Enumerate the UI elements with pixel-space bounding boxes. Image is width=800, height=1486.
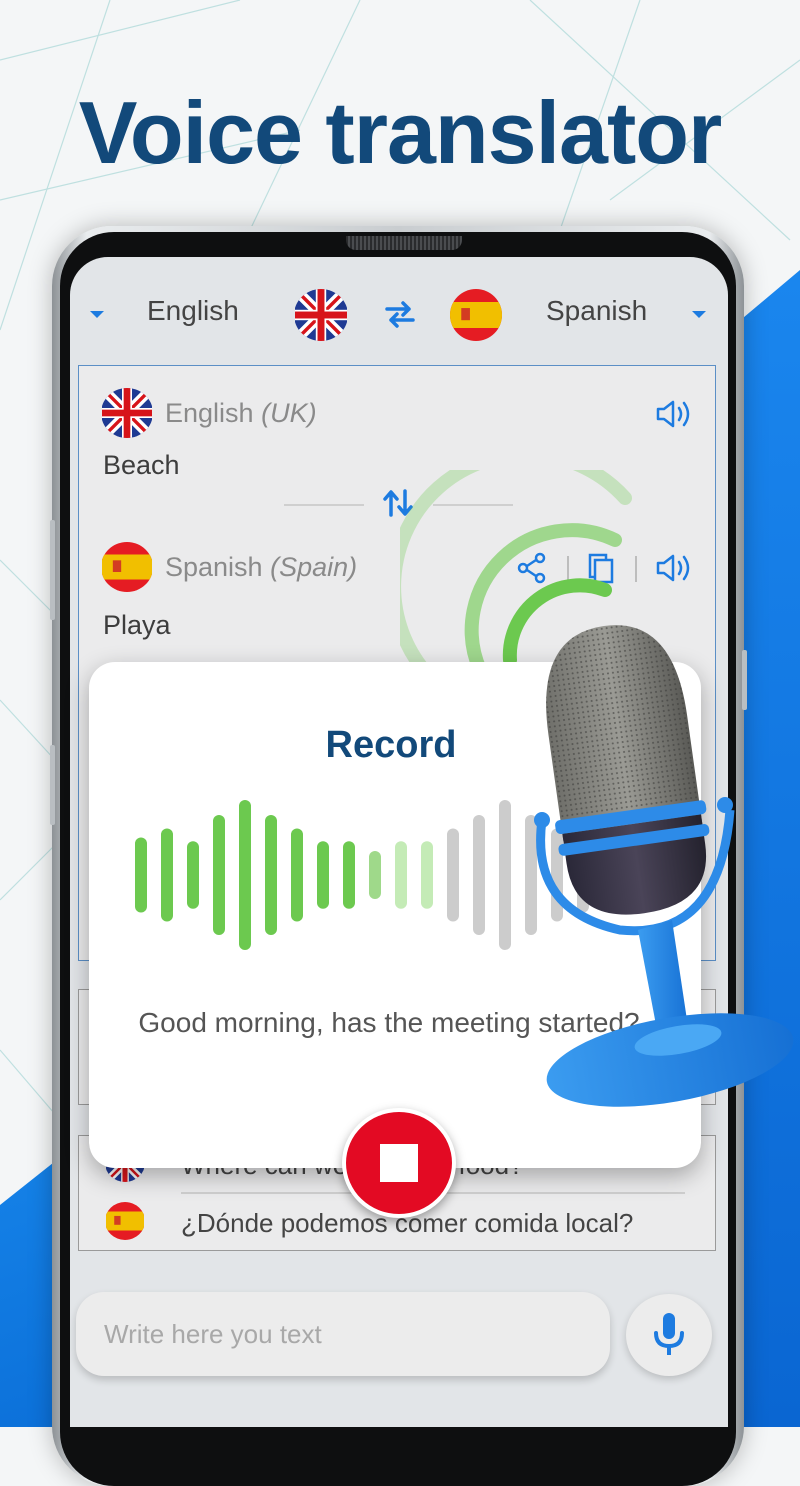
spain-flag-icon [105, 1202, 145, 1240]
uk-flag-icon [101, 388, 153, 438]
swap-languages-button[interactable] [384, 299, 416, 329]
waveform-bar [317, 841, 329, 909]
target-language-selector[interactable]: Spanish [546, 295, 647, 327]
waveform-bar [447, 828, 459, 922]
target-language-label: Spanish (Spain) [165, 552, 357, 583]
waveform-bar [421, 841, 433, 909]
source-text: Beach [103, 450, 180, 480]
phone-volume-button [50, 520, 55, 620]
waveform-bar [135, 837, 147, 913]
swap-horizontal-icon [385, 301, 415, 328]
microphone-illustration [534, 625, 794, 1107]
target-region: (Spain) [270, 552, 358, 582]
speaker-icon [656, 554, 690, 582]
waveform-bar [291, 828, 303, 922]
waveform-bar [265, 815, 277, 935]
source-language-selector[interactable]: English [147, 295, 239, 327]
voice-input-button[interactable] [626, 1294, 712, 1376]
language-bar: English Spanish [70, 285, 728, 341]
microphone-icon [654, 1313, 684, 1355]
divider [284, 504, 364, 506]
target-language-name: Spanish [165, 552, 263, 582]
waveform-bar [499, 800, 511, 950]
waveform-bar [161, 828, 173, 922]
source-speaker-button[interactable] [655, 398, 695, 435]
phone-speaker [346, 236, 462, 250]
source-language-name: English [165, 398, 254, 428]
headline: Voice translator [78, 83, 723, 182]
source-region: (UK) [261, 398, 317, 428]
waveform-bar [187, 841, 199, 909]
waveform-bar [473, 815, 485, 935]
spain-flag-icon [101, 542, 153, 592]
target-language-dropdown-icon[interactable] [692, 311, 706, 318]
target-speaker-button[interactable] [655, 552, 695, 589]
source-language-label: English (UK) [165, 398, 317, 429]
waveform-bar [395, 841, 407, 909]
waveform-bar [239, 800, 251, 950]
waveform-bar [343, 841, 355, 909]
source-language-dropdown-icon[interactable] [90, 311, 104, 318]
target-text: Playa [103, 610, 171, 640]
stop-recording-button[interactable] [342, 1108, 456, 1218]
stop-icon [380, 1144, 418, 1182]
phone-side-button [50, 745, 55, 825]
text-input[interactable] [76, 1292, 610, 1376]
waveform-bar [369, 851, 381, 899]
waveform-bar [213, 815, 225, 935]
spain-flag-icon [450, 289, 502, 341]
uk-flag-icon [294, 289, 348, 341]
speaker-icon [656, 400, 690, 428]
